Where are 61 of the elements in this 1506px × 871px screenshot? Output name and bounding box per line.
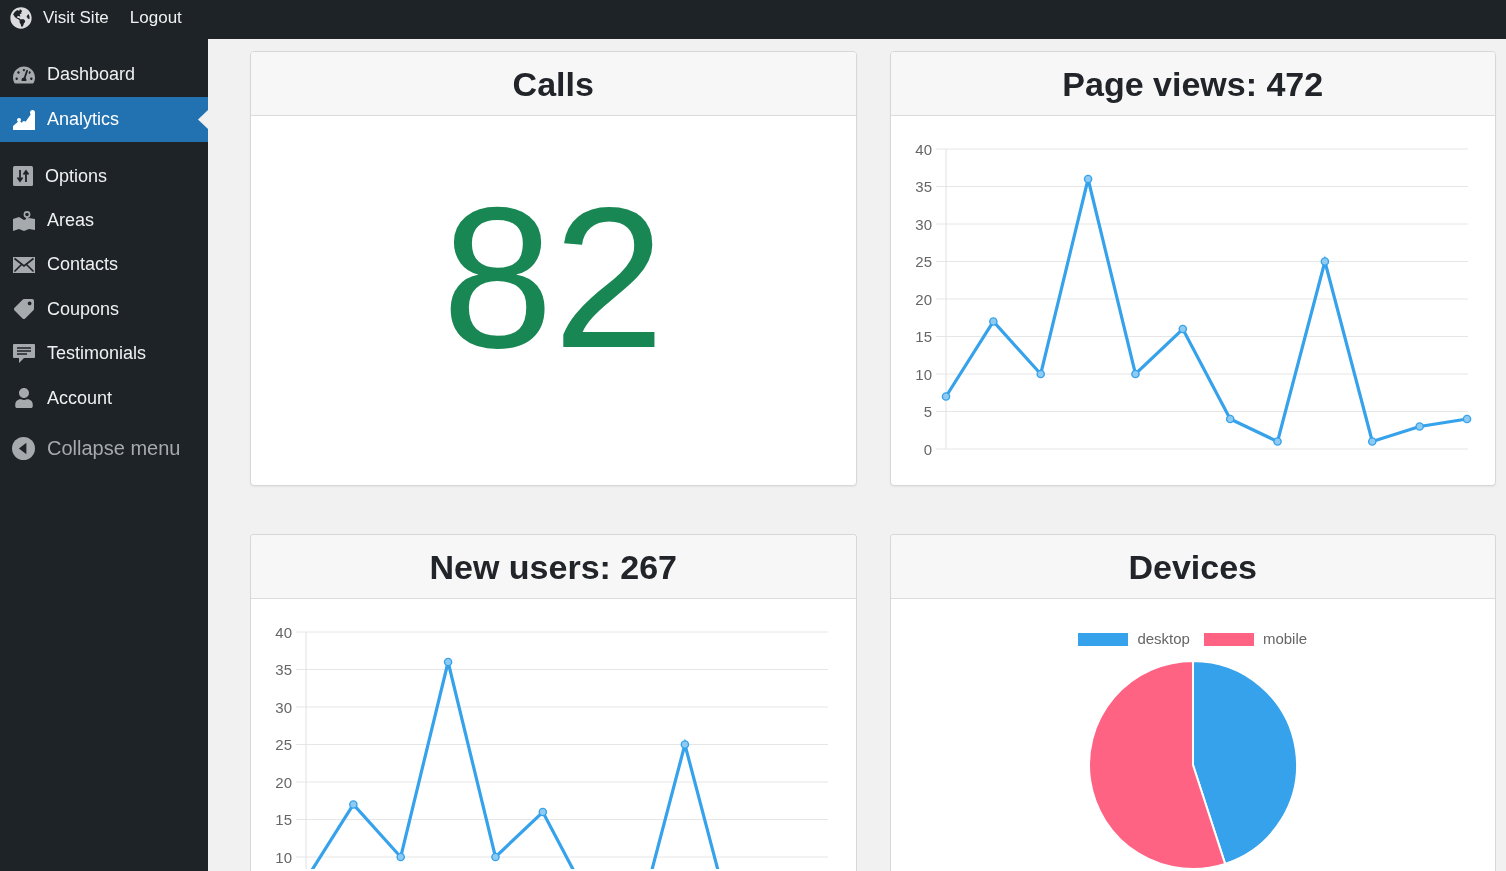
sidebar-item[interactable]: Dashboard xyxy=(0,52,208,97)
card-title: Page views: 472 xyxy=(1062,66,1324,101)
chart-point xyxy=(1035,369,1045,379)
chart-point xyxy=(1320,257,1329,266)
comment-icon xyxy=(13,343,35,364)
sidebar-item[interactable]: Options xyxy=(0,154,208,199)
chart-point xyxy=(1178,324,1187,334)
chart-point xyxy=(1272,437,1282,446)
chart-point xyxy=(1130,369,1140,379)
axis-label: 40 xyxy=(275,623,292,641)
chart-icon xyxy=(13,109,35,130)
calls-count: 82 xyxy=(442,177,665,378)
chart-point xyxy=(443,657,453,667)
axis-label: 35 xyxy=(275,661,292,678)
axis-label: 25 xyxy=(275,736,292,753)
card-title: New users: 267 xyxy=(429,549,678,584)
legend-label: mobile xyxy=(1262,632,1308,646)
arrows-box-icon xyxy=(13,166,33,187)
sidebar-item[interactable]: Areas xyxy=(0,198,208,243)
axis-label: 5 xyxy=(923,403,932,420)
chart-point xyxy=(1083,174,1092,184)
axis-label: 20 xyxy=(275,773,292,791)
map-pin-icon xyxy=(13,210,35,231)
axis-label: 40 xyxy=(914,140,932,158)
collapse-menu-button[interactable]: Collapse menu xyxy=(0,426,208,471)
sidebar-item[interactable]: Contacts xyxy=(0,242,208,288)
tag-icon xyxy=(14,298,34,321)
axis-label: 15 xyxy=(914,328,932,345)
chart-point xyxy=(1225,414,1234,424)
chart-point xyxy=(988,317,998,326)
gauge-icon xyxy=(13,64,35,85)
axis-label: 10 xyxy=(275,848,292,866)
chart-point xyxy=(538,807,548,817)
card-title: Devices xyxy=(1128,549,1257,584)
axis-label: 35 xyxy=(914,178,932,195)
visit-site-link[interactable]: Visit Site xyxy=(10,4,109,31)
legend-label: desktop xyxy=(1137,632,1190,646)
chart-point xyxy=(1462,414,1471,424)
axis-label: 0 xyxy=(923,440,932,458)
user-icon xyxy=(13,388,35,409)
axis-label: 30 xyxy=(275,698,292,716)
logout-link[interactable]: Logout xyxy=(129,4,182,31)
axis-label: 25 xyxy=(914,253,932,270)
globe-icon xyxy=(10,6,32,29)
axis-label: 20 xyxy=(914,290,932,308)
envelope-icon xyxy=(13,254,35,275)
axis-label: 30 xyxy=(914,215,932,233)
chart-point xyxy=(680,740,690,749)
sidebar-item[interactable]: Account xyxy=(0,375,208,421)
chart-point xyxy=(349,800,358,809)
axis-label: 10 xyxy=(914,365,932,383)
card-title: Calls xyxy=(512,66,594,101)
chart-point xyxy=(1414,422,1424,431)
axis-label: 15 xyxy=(275,811,292,828)
chart-point xyxy=(396,852,406,862)
sidebar-item[interactable]: Analytics xyxy=(0,97,208,142)
sidebar-item[interactable]: Coupons xyxy=(0,287,208,332)
sidebar-item[interactable]: Testimonials xyxy=(0,331,208,376)
chart-point xyxy=(1367,437,1377,446)
chart-point xyxy=(941,392,950,401)
chart-point xyxy=(491,852,500,862)
